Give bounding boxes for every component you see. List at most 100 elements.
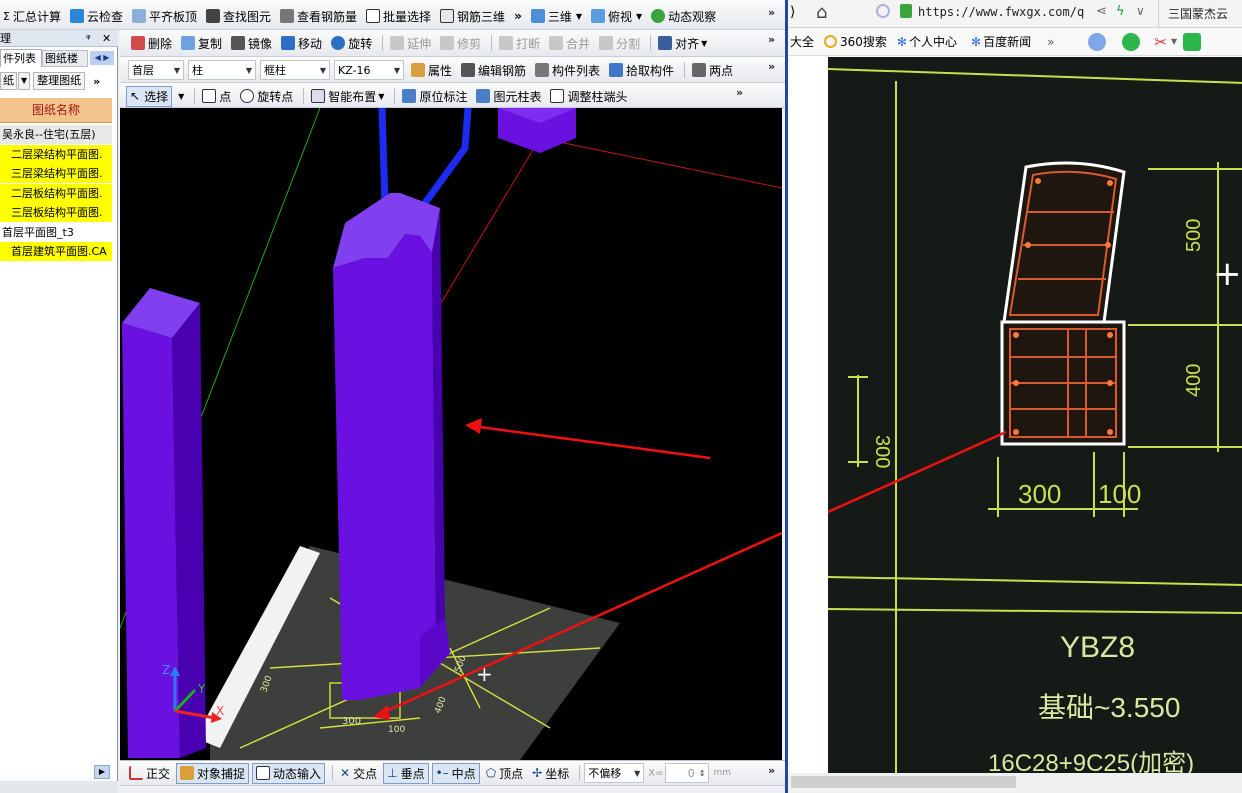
drawing-list-item[interactable]: 首层平面图_t3 xyxy=(0,222,112,242)
ortho-toggle[interactable]: 正交 xyxy=(126,763,173,784)
360-icon xyxy=(824,35,838,48)
bookmark-more-arrow[interactable]: » xyxy=(1047,35,1054,49)
adjust-column-end-button[interactable]: 调整柱端头 xyxy=(547,86,630,107)
move-button[interactable]: 移动 xyxy=(278,33,325,54)
rotate-button[interactable]: 旋转 xyxy=(328,33,375,54)
home-icon[interactable]: ⌂ xyxy=(816,2,827,23)
vertex-snap[interactable]: ⬠ 顶点 xyxy=(483,763,526,784)
in-place-annotation-button[interactable]: 原位标注 xyxy=(399,86,470,107)
midpoint-snap[interactable]: •– 中点 xyxy=(431,762,480,784)
select-button[interactable]: ↖ 选择 xyxy=(126,85,173,107)
arrange-drawings-button[interactable]: 整理图纸 xyxy=(33,72,86,90)
two-point-button[interactable]: 两点 xyxy=(689,60,736,81)
3d-viewport[interactable]: 300 100 500 400 300 + Z Y X xyxy=(120,108,782,760)
horizontal-scrollbar[interactable] xyxy=(788,773,1242,793)
bookmark-360-search[interactable]: 360搜索 xyxy=(824,33,887,50)
tab-component-list[interactable]: 件列表 xyxy=(0,49,42,67)
summary-calc-button[interactable]: Σ 汇总计算 xyxy=(0,6,64,27)
statusbar-more-arrow[interactable]: » xyxy=(768,764,775,777)
align-slab-top-button[interactable]: 平齐板顶 xyxy=(129,6,200,27)
x-input[interactable]: 0 ⇕ xyxy=(665,763,710,783)
rotate-point-button[interactable]: 旋转点 xyxy=(237,86,296,107)
toolbar2-more-arrow[interactable]: » xyxy=(768,33,775,46)
find-element-button[interactable]: 查找图元 xyxy=(203,6,274,27)
coordinate-snap[interactable]: ✢ 坐标 xyxy=(529,763,572,784)
property-button[interactable]: 属性 xyxy=(408,60,455,81)
drawing-list-item[interactable]: 三层梁结构平面图. xyxy=(0,164,112,183)
component-list-button[interactable]: 构件列表 xyxy=(532,60,603,81)
category-select[interactable]: 柱 ▼ xyxy=(188,60,256,80)
delete-button[interactable]: 删除 xyxy=(128,33,175,54)
intersection-snap[interactable]: ✕ 交点 xyxy=(337,763,380,784)
scissors-dropdown[interactable]: ▼ xyxy=(1171,37,1177,46)
table-icon xyxy=(476,89,491,103)
mirror-button[interactable]: 镜像 xyxy=(228,33,275,54)
drawing-dropdown-arrow[interactable]: ▼ xyxy=(18,72,31,90)
security-shield-icon[interactable] xyxy=(876,4,890,18)
align-dropdown[interactable]: 对齐 ▼ xyxy=(655,33,710,54)
pin-icon[interactable]: ᵠ xyxy=(86,30,91,47)
tab-title[interactable]: 三国蒙杰云 xyxy=(1168,5,1228,22)
panel-more-arrow[interactable]: » xyxy=(93,75,100,88)
toolbar3-more-arrow[interactable]: » xyxy=(768,60,775,73)
smart-layout-dropdown[interactable]: 智能布置 ▼ xyxy=(308,86,387,107)
pick-component-button[interactable]: 拾取构件 xyxy=(606,60,677,81)
dynamic-view-button[interactable]: 动态观察 xyxy=(648,6,719,27)
split-button[interactable]: 分割 xyxy=(596,33,643,54)
toolbar1-overflow[interactable]: » xyxy=(511,6,525,27)
copy-button[interactable]: 复制 xyxy=(178,33,225,54)
object-snap-toggle[interactable]: 对象捕捉 xyxy=(176,762,250,784)
top-view-dropdown[interactable]: 俯视 ▼ xyxy=(588,6,645,27)
dropdown-chevron-icon[interactable]: ∨ xyxy=(1136,4,1145,18)
perpendicular-snap[interactable]: ⊥ 垂点 xyxy=(383,762,429,784)
scissors-icon[interactable]: ✂ xyxy=(1154,33,1167,51)
drawing-list-item[interactable]: 二层梁结构平面图. xyxy=(0,144,112,164)
drawing-list-item[interactable]: 二层板结构平面图. xyxy=(0,183,112,203)
toolbar4-more-arrow[interactable]: » xyxy=(736,86,743,99)
extend-icon xyxy=(390,36,405,50)
drawing-button[interactable]: 纸 xyxy=(0,72,17,90)
drawing-list-item[interactable]: 三层板结构平面图. xyxy=(0,203,112,222)
panel-bottom-bar xyxy=(0,781,118,793)
share-icon[interactable]: ⋖ xyxy=(1096,4,1107,19)
rebar-3d-icon xyxy=(440,9,455,23)
cloud-check-button[interactable]: 云检查 xyxy=(67,6,126,27)
tab-drawing-floor[interactable]: 图纸楼 xyxy=(42,50,88,67)
close-icon[interactable]: ✕ xyxy=(102,30,111,47)
bookmark-daquan[interactable]: 大全 xyxy=(790,33,814,50)
floor-select[interactable]: 首层 ▼ xyxy=(128,60,184,80)
bookmark-baidu-news[interactable]: ✻ 百度新闻 xyxy=(971,33,1031,50)
break-button[interactable]: 打断 xyxy=(496,33,543,54)
select-dropdown-arrow[interactable]: ▼ xyxy=(175,86,187,107)
back-icon[interactable]: ⟩ xyxy=(790,4,795,20)
url-field[interactable]: https://www.fwxgx.com/q xyxy=(918,5,1084,19)
rebar-3d-button[interactable]: 钢筋三维 xyxy=(437,6,508,27)
edit-rebar-button[interactable]: 编辑钢筋 xyxy=(458,60,529,81)
scrollbar-thumb[interactable] xyxy=(791,776,1016,788)
view-3d-dropdown[interactable]: 三维 ▼ xyxy=(528,6,585,27)
minus-circle-icon[interactable] xyxy=(1088,32,1107,51)
toolbar1-more-arrow[interactable]: » xyxy=(768,6,775,19)
panel-scroll-right[interactable]: ▶ xyxy=(94,765,110,779)
drawing-list-item[interactable]: 首层建筑平面图.CA xyxy=(0,242,112,261)
offset-select[interactable]: 不偏移 ▼ xyxy=(584,763,645,783)
green-app-icon[interactable] xyxy=(1122,32,1141,51)
translate-icon[interactable] xyxy=(1183,32,1202,51)
lightning-icon[interactable]: ϟ xyxy=(1116,4,1125,19)
component-select[interactable]: KZ-16 ▼ xyxy=(334,60,404,80)
drawing-list-item[interactable]: 吴永良--住宅(五层) xyxy=(0,125,112,144)
rebar-spec-label: 16C28+9C25(加密) xyxy=(988,750,1194,773)
trim-button[interactable]: 修剪 xyxy=(437,33,484,54)
view-rebar-qty-button[interactable]: 查看钢筋量 xyxy=(277,6,360,27)
extend-button[interactable]: 延伸 xyxy=(387,33,434,54)
merge-button[interactable]: 合并 xyxy=(546,33,593,54)
tab-scroll-arrows[interactable]: ◀ ▶ xyxy=(90,51,114,65)
point-button[interactable]: 点 xyxy=(199,86,234,107)
browser-window: ⟩ ⌂ https://www.fwxgx.com/q ⋖ ϟ ∨ 三国蒙杰云 … xyxy=(785,0,1242,793)
type-select[interactable]: 框柱 ▼ xyxy=(260,60,330,80)
main-column-front xyxy=(333,234,436,700)
bookmark-personal-center[interactable]: ✻ 个人中心 xyxy=(897,33,957,50)
batch-select-button[interactable]: 批量选择 xyxy=(363,6,434,27)
column-table-button[interactable]: 图元柱表 xyxy=(473,86,544,107)
dynamic-input-toggle[interactable]: 动态输入 xyxy=(252,762,326,784)
